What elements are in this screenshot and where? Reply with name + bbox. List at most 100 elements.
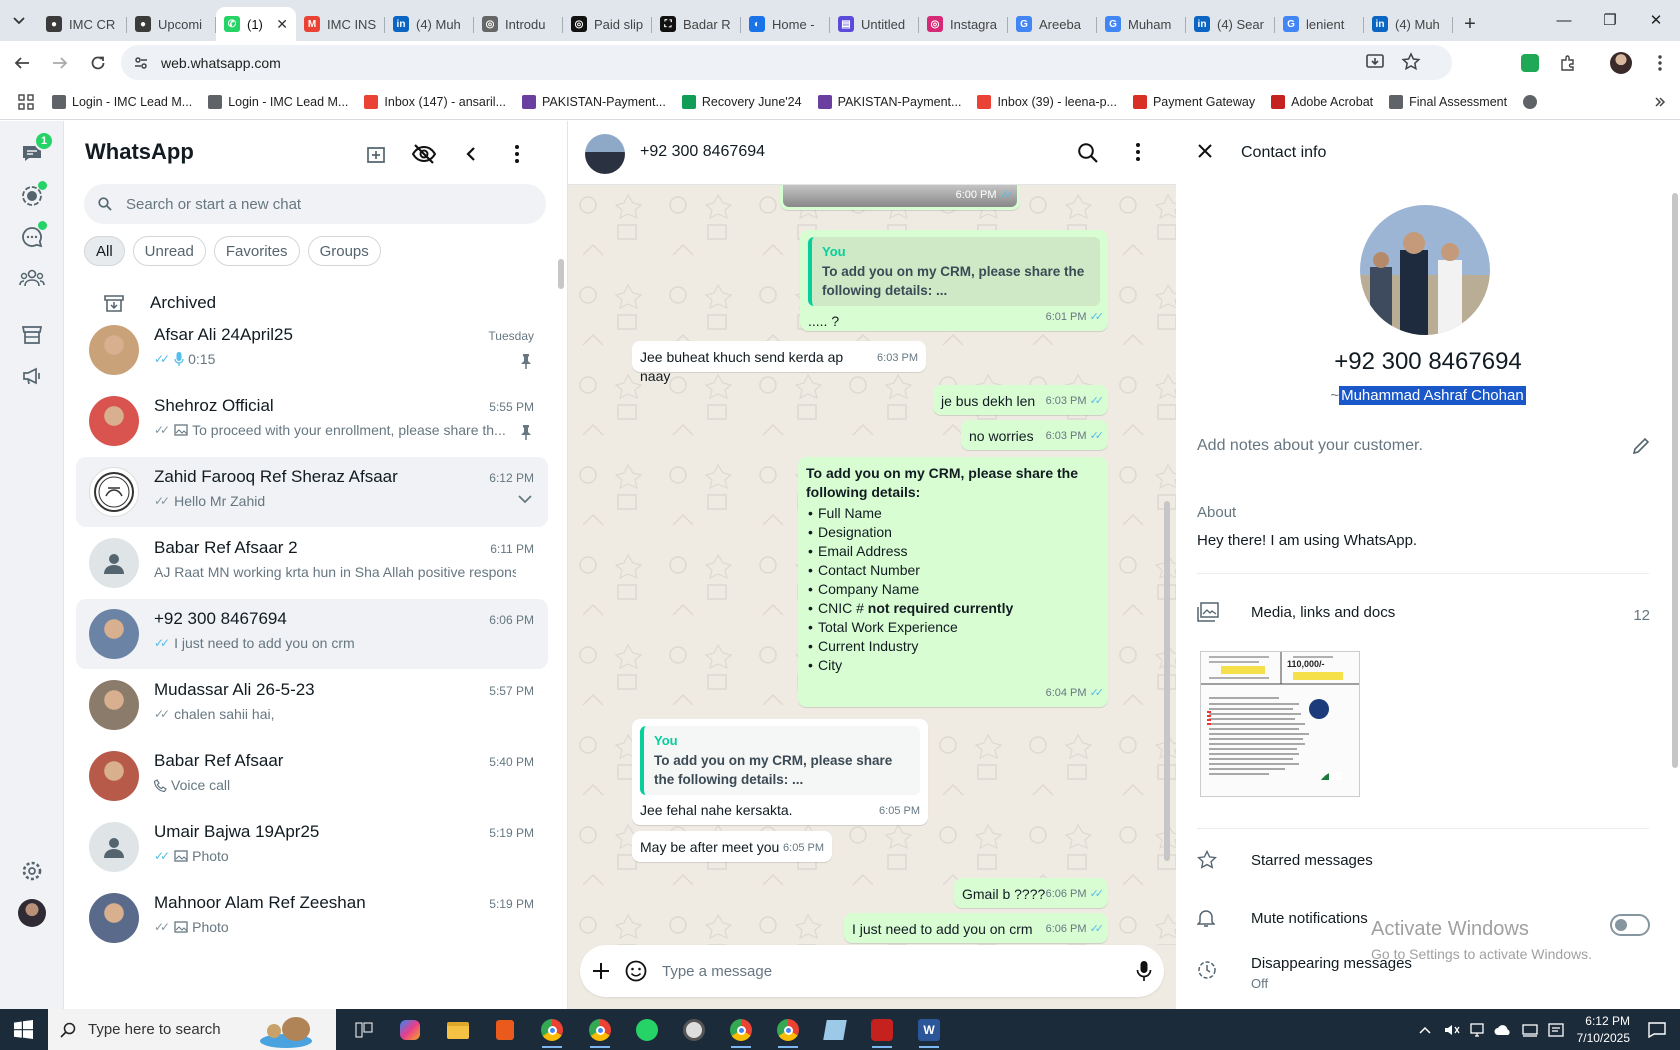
bookmark-item[interactable]: Final Assessment — [1381, 88, 1515, 116]
outgoing-message[interactable]: Gmail b ???? 6:06 PM ✓✓ — [954, 878, 1108, 908]
advertise-icon[interactable] — [16, 360, 48, 392]
browser-tab[interactable]: ● Upcomi — [127, 7, 216, 41]
incoming-message[interactable]: May be after meet you 6:05 PM — [632, 831, 832, 862]
browser-tab-active[interactable]: ✆ (1) ✕ — [216, 7, 296, 41]
browser-tab[interactable]: ⛶ Badar R — [652, 7, 741, 41]
chat-list-item[interactable]: Babar Ref Afsaar 5:40 PM Voice call — [76, 741, 548, 811]
chat-options-chevron-icon[interactable] — [518, 495, 532, 504]
browser-tab[interactable]: ◐ Home - — [741, 7, 830, 41]
file-explorer-icon[interactable] — [440, 1014, 476, 1046]
chat-list-item[interactable]: Babar Ref Afsaar 2 6:11 PM AJ Raat MN work… — [76, 528, 548, 598]
conversation-menu-icon[interactable] — [1136, 143, 1140, 161]
bookmark-extra-icon[interactable] — [1515, 88, 1545, 116]
tray-chevron-up-icon[interactable] — [1419, 1026, 1431, 1034]
outgoing-message[interactable]: je bus dekh len 6:03 PM ✓✓ — [933, 385, 1108, 415]
conversation-scrollbar[interactable] — [1164, 501, 1170, 861]
conversation-header[interactable]: +92 300 8467694 — [568, 121, 1176, 185]
contact-push-name[interactable]: ~ Muhammad Ashraf Chohan — [1176, 386, 1680, 405]
close-info-icon[interactable] — [1197, 143, 1213, 159]
incoming-message[interactable]: Jee buheat khuch send kerda ap naay 6:03… — [632, 341, 926, 384]
back-button[interactable] — [6, 47, 38, 79]
browser-tab[interactable]: ● IMC CR — [38, 7, 127, 41]
chatlist-scrollbar[interactable] — [558, 259, 564, 289]
contact-profile-photo[interactable] — [1360, 205, 1490, 335]
onedrive-cloud-icon[interactable] — [1494, 1024, 1512, 1036]
message-input[interactable]: Type a message — [662, 963, 1122, 980]
browser-tab[interactable]: in (4) Sear — [1186, 7, 1275, 41]
bookmark-item[interactable]: Inbox (147) - ansaril... — [356, 88, 514, 116]
language-icon[interactable] — [1547, 1022, 1564, 1037]
hide-eye-icon[interactable] — [409, 139, 439, 169]
browser-tab[interactable]: Glenient — [1275, 7, 1364, 41]
starred-messages-row[interactable]: Starred messages — [1197, 845, 1657, 875]
mute-toggle[interactable] — [1610, 914, 1650, 936]
display-icon[interactable] — [1521, 1023, 1538, 1037]
chrome-profile-icon[interactable] — [582, 1014, 618, 1048]
filter-chip-all[interactable]: All — [84, 236, 125, 266]
new-chat-icon[interactable] — [362, 139, 392, 169]
info-scrollbar[interactable] — [1672, 193, 1678, 768]
filter-chip-favorites[interactable]: Favorites — [213, 236, 300, 266]
new-tab-button[interactable]: + — [1453, 7, 1487, 41]
chat-list-item[interactable]: Mahnoor Alam Ref Zeeshan 5:19 PM ✓✓ Photo — [76, 883, 548, 953]
browser-menu-icon[interactable] — [1645, 48, 1675, 78]
acrobat-icon[interactable] — [864, 1014, 900, 1048]
chat-list-item[interactable]: Afsar Ali 24April25 Tuesday ✓✓ 0:15 — [76, 315, 548, 385]
reload-button[interactable] — [82, 47, 114, 79]
my-profile-avatar[interactable] — [16, 897, 48, 929]
filter-chip-unread[interactable]: Unread — [132, 236, 206, 266]
volume-muted-icon[interactable] — [1444, 1023, 1460, 1037]
chat-search-input[interactable]: Search or start a new chat — [84, 184, 546, 224]
chat-list-item[interactable]: Zahid Farooq Ref Sheraz Afsaar 6:12 PM ✓✓ H… — [76, 457, 548, 527]
browser-tab[interactable]: ◎ Instagra — [919, 7, 1008, 41]
taskbar-search-box[interactable]: Type here to search — [48, 1009, 336, 1050]
pinned-app-icon[interactable] — [817, 1014, 853, 1046]
chatlist-menu-icon[interactable] — [502, 139, 532, 169]
bookmark-star-icon[interactable] — [1396, 47, 1426, 77]
copilot-icon[interactable] — [392, 1014, 428, 1046]
browser-tab[interactable]: G Areeba — [1008, 7, 1097, 41]
extensions-icon[interactable] — [1553, 48, 1583, 78]
word-icon[interactable]: W — [911, 1014, 947, 1048]
media-thumbnail[interactable]: 110,000/- — [1200, 651, 1360, 797]
outgoing-message[interactable]: no worries 6:03 PM ✓✓ — [961, 420, 1108, 450]
restore-button[interactable]: ❐ — [1587, 0, 1633, 40]
notification-center-icon[interactable] — [1648, 1021, 1666, 1038]
chat-list-item[interactable]: Shehroz Official 5:55 PM ✓✓ To proceed with… — [76, 386, 548, 456]
crm-details-message[interactable]: To add you on my CRM, please share the f… — [798, 457, 1108, 707]
pinned-app-icon[interactable] — [487, 1014, 523, 1046]
browser-tab[interactable]: ◎ Introdu — [474, 7, 563, 41]
image-message[interactable]: 6:00 PM ✓✓ — [780, 185, 1020, 210]
whatsapp-extension-icon[interactable] — [1515, 48, 1545, 78]
search-in-chat-icon[interactable] — [1077, 142, 1099, 164]
push-name-highlighted[interactable]: Muhammad Ashraf Chohan — [1339, 386, 1526, 405]
sticker-emoji-icon[interactable] — [624, 959, 648, 983]
close-window-button[interactable]: ✕ — [1633, 0, 1679, 40]
tab-search-button[interactable] — [0, 0, 38, 41]
browser-tab[interactable]: ◎ Paid slip — [563, 7, 652, 41]
quoted-message[interactable]: You To add you on my CRM, please share t… — [640, 726, 920, 795]
close-tab-icon[interactable]: ✕ — [276, 16, 288, 33]
minimize-button[interactable]: — — [1541, 0, 1587, 40]
chat-list-item[interactable]: +92 300 8467694 6:06 PM ✓✓ I just need to a… — [76, 599, 548, 669]
media-links-docs-row[interactable]: Media, links and docs — [1197, 597, 1657, 627]
bookmark-item[interactable]: Login - IMC Lead M... — [200, 88, 356, 116]
address-bar[interactable]: web.whatsapp.com — [121, 45, 1452, 80]
conversation-title[interactable]: +92 300 8467694 — [640, 143, 765, 161]
task-view-icon[interactable] — [346, 1014, 382, 1046]
chrome-icon[interactable] — [534, 1014, 570, 1048]
outgoing-message[interactable]: I just need to add you on crm 6:06 PM ✓✓ — [844, 913, 1108, 943]
bookmark-item[interactable]: Adobe Acrobat — [1263, 88, 1381, 116]
bookmark-item[interactable]: PAKISTAN-Payment... — [514, 88, 674, 116]
chat-list-item[interactable]: Umair Bajwa 19Apr25 5:19 PM ✓✓ Photo — [76, 812, 548, 882]
network-icon[interactable] — [1469, 1022, 1484, 1037]
apps-grid-icon[interactable] — [0, 88, 44, 116]
pinned-clock-icon[interactable] — [676, 1014, 712, 1046]
attach-plus-icon[interactable] — [592, 962, 610, 980]
incoming-reply-message[interactable]: You To add you on my CRM, please share t… — [632, 719, 928, 825]
browser-tab[interactable]: in (4) Muh — [385, 7, 474, 41]
bookmark-item[interactable]: Login - IMC Lead M... — [44, 88, 200, 116]
reply-message[interactable]: You To add you on my CRM, please share t… — [800, 230, 1108, 331]
install-app-icon[interactable] — [1360, 47, 1390, 77]
chrome-icon[interactable] — [723, 1014, 759, 1048]
